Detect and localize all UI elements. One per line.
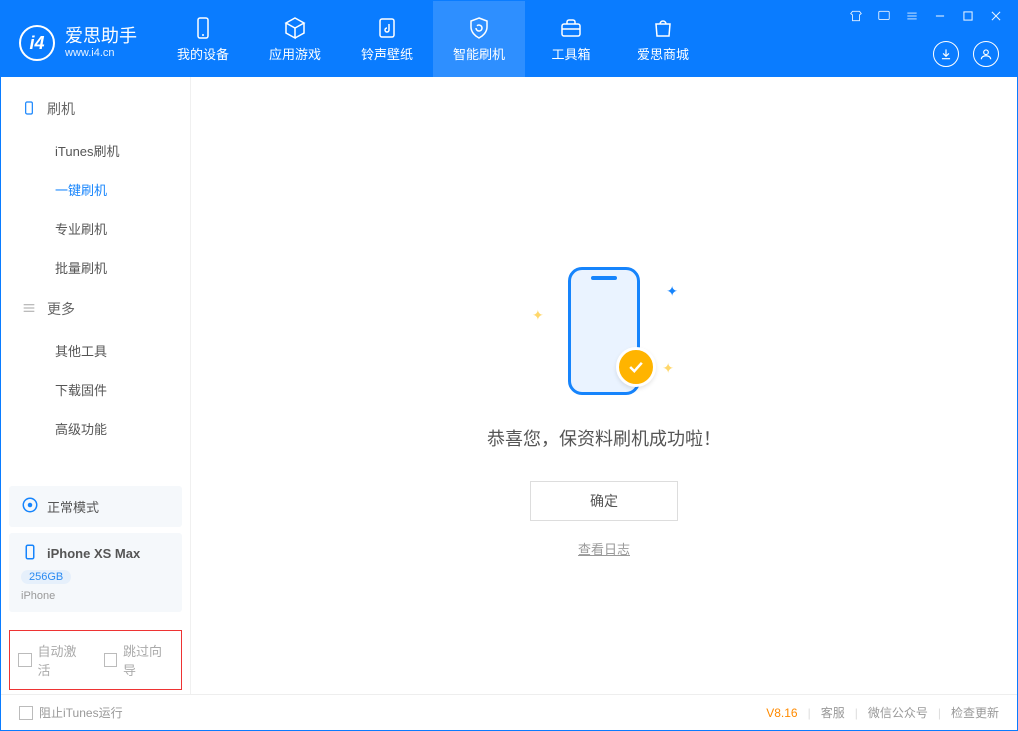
titlebar-actions: [933, 41, 999, 67]
skin-icon[interactable]: [849, 9, 863, 23]
close-icon[interactable]: [989, 9, 1003, 23]
nav-tools[interactable]: 工具箱: [525, 1, 617, 77]
sidebar: 刷机 iTunes刷机 一键刷机 专业刷机 批量刷机 更多 其他工具 下载固件 …: [1, 77, 191, 694]
statusbar: 阻止iTunes运行 V8.16 | 客服 | 微信公众号 | 检查更新: [1, 694, 1017, 730]
view-log-link[interactable]: 查看日志: [578, 539, 630, 558]
app-title: 爱思助手: [65, 26, 137, 48]
logo-icon: i4: [19, 25, 55, 61]
checkbox-auto-activate[interactable]: 自动激活: [18, 641, 88, 679]
device-type: iPhone: [21, 590, 55, 602]
bag-icon: [651, 16, 675, 40]
check-badge-icon: [616, 347, 656, 387]
account-button[interactable]: [973, 41, 999, 67]
minimize-icon[interactable]: [933, 9, 947, 23]
maximize-icon[interactable]: [961, 9, 975, 23]
checkbox-skip-guide[interactable]: 跳过向导: [104, 641, 174, 679]
logo: i4 爱思助手 www.i4.cn: [19, 1, 157, 77]
sidebar-item-pro[interactable]: 专业刷机: [1, 209, 190, 248]
sidebar-section-flash: 刷机: [1, 87, 190, 131]
checkbox-icon: [19, 706, 33, 720]
support-link[interactable]: 客服: [821, 704, 845, 721]
wechat-link[interactable]: 微信公众号: [868, 704, 928, 721]
download-button[interactable]: [933, 41, 959, 67]
device-capacity: 256GB: [21, 570, 71, 584]
music-file-icon: [375, 16, 399, 40]
app-window: i4 爱思助手 www.i4.cn 我的设备 应用游戏 铃声壁纸 智能刷机: [0, 0, 1018, 731]
titlebar: i4 爱思助手 www.i4.cn 我的设备 应用游戏 铃声壁纸 智能刷机: [1, 1, 1017, 77]
nav-flash[interactable]: 智能刷机: [433, 1, 525, 77]
result-message: 恭喜您，保资料刷机成功啦！: [487, 425, 721, 451]
flash-options: 自动激活 跳过向导: [9, 630, 182, 690]
normal-mode-icon: [21, 496, 39, 517]
cube-icon: [283, 16, 307, 40]
result-panel: ✦ ✦ ✦ 恭喜您，保资料刷机成功啦！ 确定 查看日志: [487, 267, 721, 558]
check-update-link[interactable]: 检查更新: [951, 704, 999, 721]
device-card[interactable]: iPhone XS Max 256GB iPhone: [9, 533, 182, 612]
sidebar-section-more: 更多: [1, 287, 190, 331]
nav-ringtones[interactable]: 铃声壁纸: [341, 1, 433, 77]
list-icon: [21, 300, 37, 319]
checkbox-stop-itunes[interactable]: 阻止iTunes运行: [19, 704, 123, 721]
success-illustration: ✦ ✦ ✦: [504, 267, 704, 417]
top-nav: 我的设备 应用游戏 铃声壁纸 智能刷机 工具箱 爱思商城: [157, 1, 709, 77]
content: ✦ ✦ ✦ 恭喜您，保资料刷机成功啦！ 确定 查看日志: [191, 77, 1017, 694]
menu-icon[interactable]: [905, 9, 919, 23]
phone-icon: [191, 16, 215, 40]
window-controls: [849, 9, 1003, 23]
checkbox-icon: [104, 653, 118, 667]
nav-apps[interactable]: 应用游戏: [249, 1, 341, 77]
nav-store[interactable]: 爱思商城: [617, 1, 709, 77]
sidebar-item-batch[interactable]: 批量刷机: [1, 248, 190, 287]
device-name: iPhone XS Max: [47, 546, 140, 561]
device-icon: [21, 543, 39, 564]
sidebar-bottom: 正常模式 iPhone XS Max 256GB iPhone: [1, 472, 190, 620]
sidebar-item-download-fw[interactable]: 下载固件: [1, 370, 190, 409]
sidebar-item-itunes[interactable]: iTunes刷机: [1, 131, 190, 170]
sidebar-item-oneclick[interactable]: 一键刷机: [1, 170, 190, 209]
version-label: V8.16: [766, 706, 797, 720]
app-url: www.i4.cn: [65, 47, 137, 60]
toolbox-icon: [559, 16, 583, 40]
sidebar-item-advanced[interactable]: 高级功能: [1, 409, 190, 448]
nav-device[interactable]: 我的设备: [157, 1, 249, 77]
sidebar-item-other-tools[interactable]: 其他工具: [1, 331, 190, 370]
confirm-button[interactable]: 确定: [530, 481, 678, 521]
body: 刷机 iTunes刷机 一键刷机 专业刷机 批量刷机 更多 其他工具 下载固件 …: [1, 77, 1017, 694]
phone-outline-icon: [21, 100, 37, 119]
shield-refresh-icon: [467, 16, 491, 40]
device-mode-card[interactable]: 正常模式: [9, 486, 182, 527]
feedback-icon[interactable]: [877, 9, 891, 23]
checkbox-icon: [18, 653, 32, 667]
